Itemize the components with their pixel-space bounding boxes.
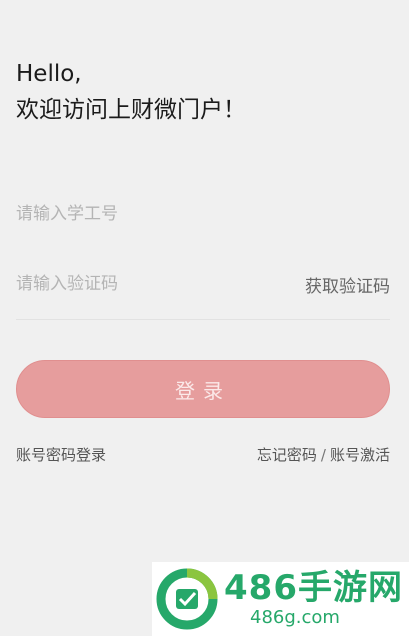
verification-code-input[interactable] — [16, 274, 236, 294]
activate-account-link[interactable]: 账号激活 — [330, 446, 390, 464]
student-id-row — [16, 192, 390, 236]
greeting: Hello, 欢迎访问上财微门户！ — [16, 56, 246, 128]
watermark-logo-icon — [152, 562, 222, 636]
login-page: Hello, 欢迎访问上财微门户！ 获取验证码 登录 账号密码登录 忘记密码/账… — [0, 0, 409, 636]
watermark: 486手游网 486g.com — [152, 562, 409, 636]
watermark-brand: 486手游网 — [224, 568, 403, 608]
login-links: 账号密码登录 忘记密码 / 账号激活 — [16, 444, 390, 465]
forgot-password-link[interactable]: 忘记密码 — [257, 446, 317, 464]
account-help-links: 忘记密码 / 账号激活 — [257, 444, 390, 465]
student-id-input[interactable] — [16, 204, 236, 224]
link-separator: / — [320, 446, 326, 464]
verification-code-row: 获取验证码 — [16, 262, 390, 306]
greeting-hello: Hello, — [16, 61, 82, 87]
divider — [16, 319, 390, 320]
greeting-welcome: 欢迎访问上财微门户！ — [16, 97, 246, 123]
watermark-text: 486手游网 486g.com — [224, 569, 403, 629]
login-button[interactable]: 登录 — [16, 360, 390, 418]
get-code-button[interactable]: 获取验证码 — [305, 272, 390, 297]
watermark-url: 486g.com — [250, 607, 340, 628]
password-login-link[interactable]: 账号密码登录 — [16, 444, 106, 465]
